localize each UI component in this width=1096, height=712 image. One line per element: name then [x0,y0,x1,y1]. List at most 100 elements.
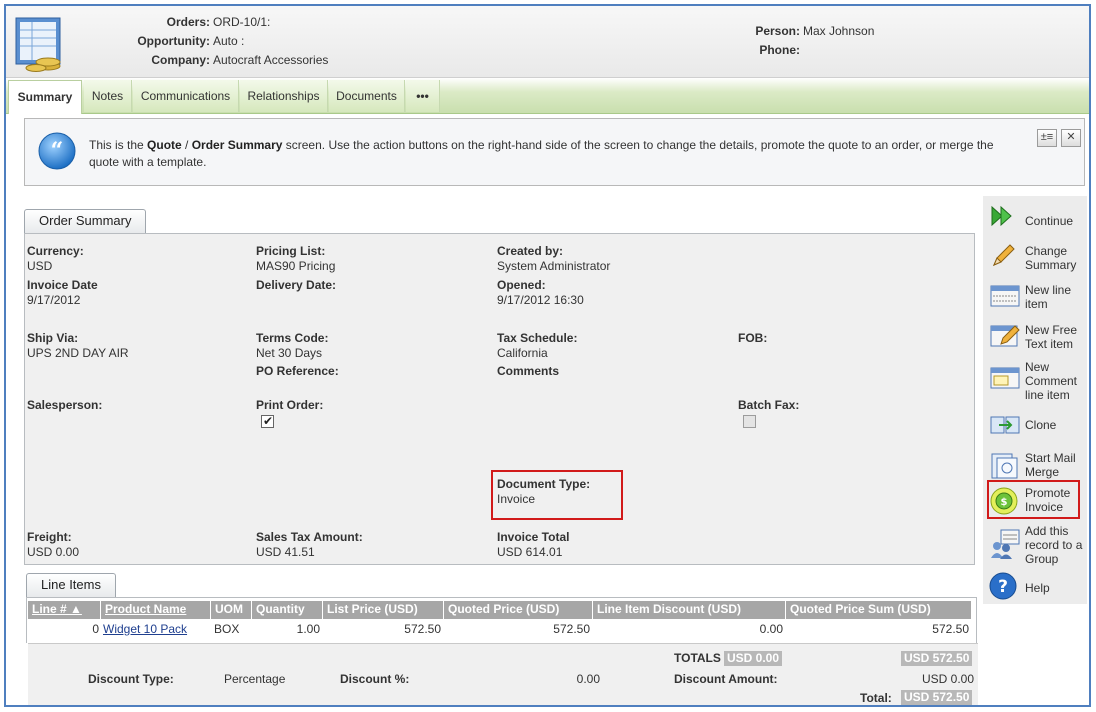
cell-quoted-price: 572.50 [444,619,590,639]
person-label: Person: [755,24,800,38]
tab-bar: Summary Notes Communications Relationshi… [6,78,1089,114]
close-info-button[interactable]: ✕ [1061,129,1081,147]
product-link[interactable]: Widget 10 Pack [101,619,209,639]
record-header: Orders: ORD-10/1: Opportunity: Auto : Comp… [6,6,1089,78]
new-line-item-button[interactable]: New line item [983,280,1087,314]
tab-relationships[interactable]: Relationships [240,80,328,112]
info-banner: “ This is the Quote / Order Summary scre… [24,118,1085,186]
cell-list-price: 572.50 [323,619,441,639]
mail-merge-icon [989,452,1018,480]
opened-field: Opened: 9/17/2012 16:30 [497,278,584,307]
start-mail-merge-button[interactable]: Start Mail Merge [983,448,1087,482]
sales-tax-field: Sales Tax Amount: USD 41.51 [256,530,363,559]
company-field: Company: Autocraft Accessories [106,53,328,67]
delivery-date-field: Delivery Date: [256,278,337,292]
expand-info-button[interactable]: ±≡ [1037,129,1057,147]
tab-notes[interactable]: Notes [84,80,132,112]
document-type-field: Document Type: Invoice [497,477,591,506]
continue-icon [989,204,1017,232]
phone-label: Phone: [759,43,800,57]
help-icon: ? [989,572,1017,600]
batch-fax-checkbox[interactable] [743,415,756,428]
totals-sum-badge: USD 572.50 [901,651,973,666]
line-item-icon [989,282,1020,310]
cell-line-number: 0 [28,619,99,639]
person-field: Person: Max Johnson [746,24,874,38]
discount-percent-label: Discount %: [340,672,410,686]
opportunity-label: Opportunity: [137,34,210,48]
totals-discount-badge: USD 0.00 [724,651,783,666]
clone-button[interactable]: Clone [983,410,1087,440]
promote-icon: $ [989,486,1018,515]
free-text-icon [989,322,1020,350]
order-summary-panel: Currency: USD Pricing List: MAS90 Pricing … [24,233,975,565]
group-icon [989,528,1020,559]
total-value-badge: USD 572.50 [901,690,973,705]
invoice-total-field: Invoice Total USD 614.01 [497,530,570,559]
salesperson-field: Salesperson: [27,398,103,412]
pricing-list-field: Pricing List: MAS90 Pricing [256,244,336,273]
print-order-checkbox[interactable] [261,414,274,428]
tax-schedule-field: Tax Schedule: California [497,331,578,360]
cell-quoted-sum: 572.50 [786,619,969,639]
cell-line-discount: 0.00 [593,619,783,639]
batch-fax-field: Batch Fax: [738,398,800,412]
comments-field: Comments [497,364,560,378]
total-label: Total: [860,691,892,705]
order-summary-tab: Order Summary [24,209,147,233]
col-list-price[interactable]: List Price (USD) [323,601,444,619]
speech-bubble-icon: “ [37,131,77,171]
col-product-name[interactable]: Product Name [101,601,211,619]
new-comment-line-button[interactable]: New Comment line item [983,358,1087,404]
pencil-icon [989,242,1017,270]
col-quoted-price-sum[interactable]: Quoted Price Sum (USD) [786,601,972,619]
col-line-number[interactable]: Line # ▲ [28,601,101,619]
col-quantity[interactable]: Quantity [252,601,323,619]
col-uom[interactable]: UOM [211,601,252,619]
phone-field: Phone: [746,43,803,57]
svg-text:?: ? [998,577,1008,597]
svg-text:“: “ [51,138,64,164]
tab-documents[interactable]: Documents [329,80,405,112]
discount-type-label: Discount Type: [88,672,174,686]
new-free-text-button[interactable]: New Free Text item [983,320,1087,354]
comment-item-icon [989,364,1020,392]
print-order-field: Print Order: [256,398,324,412]
change-summary-button[interactable]: Change Summary [983,240,1087,274]
discount-amount-label: Discount Amount: [674,672,778,686]
discount-amount-value: USD 0.00 [921,672,974,686]
totals-label: TOTALS [674,651,721,665]
terms-code-field: Terms Code: Net 30 Days [256,331,329,360]
freight-field: Freight: USD 0.00 [27,530,80,559]
tab-summary[interactable]: Summary [8,80,82,114]
created-by-field: Created by: System Administrator [497,244,611,273]
tab-more[interactable]: ••• [406,80,440,112]
svg-text:$: $ [1001,497,1008,508]
clone-icon [989,412,1020,440]
promote-invoice-button[interactable]: $ Promote Invoice [983,484,1087,516]
invoice-date-field: Invoice Date 9/17/2012 [27,278,98,307]
col-quoted-price[interactable]: Quoted Price (USD) [444,601,593,619]
app-window: Orders: ORD-10/1: Opportunity: Auto : Comp… [4,4,1091,707]
cell-uom: BOX [211,619,251,639]
company-label: Company: [151,53,210,67]
currency-field: Currency: USD [27,244,84,273]
cell-quantity: 1.00 [252,619,320,639]
po-reference-field: PO Reference: [256,364,339,378]
totals-area: TOTALS USD 0.00 USD 572.50 Discount Type… [28,643,978,705]
orders-field: Orders: ORD-10/1: [106,15,271,29]
opportunity-field: Opportunity: Auto : [106,34,244,48]
col-line-item-discount[interactable]: Line Item Discount (USD) [593,601,786,619]
info-text: This is the Quote / Order Summary screen… [89,138,994,169]
action-sidebar: Continue Change Summary New line item Ne… [983,196,1087,604]
orders-logo-icon [10,14,74,74]
add-to-group-button[interactable]: Add this record to a Group [983,522,1087,568]
ship-via-field: Ship Via: UPS 2ND DAY AIR [27,331,129,360]
opportunity-value: Auto : [213,34,245,48]
tab-communications[interactable]: Communications [133,80,239,112]
discount-percent-value: 0.00 [576,672,600,686]
continue-button[interactable]: Continue [983,202,1087,232]
discount-type-value: Percentage [224,672,286,686]
help-button[interactable]: ? Help [983,572,1087,602]
fob-field: FOB: [738,331,768,345]
